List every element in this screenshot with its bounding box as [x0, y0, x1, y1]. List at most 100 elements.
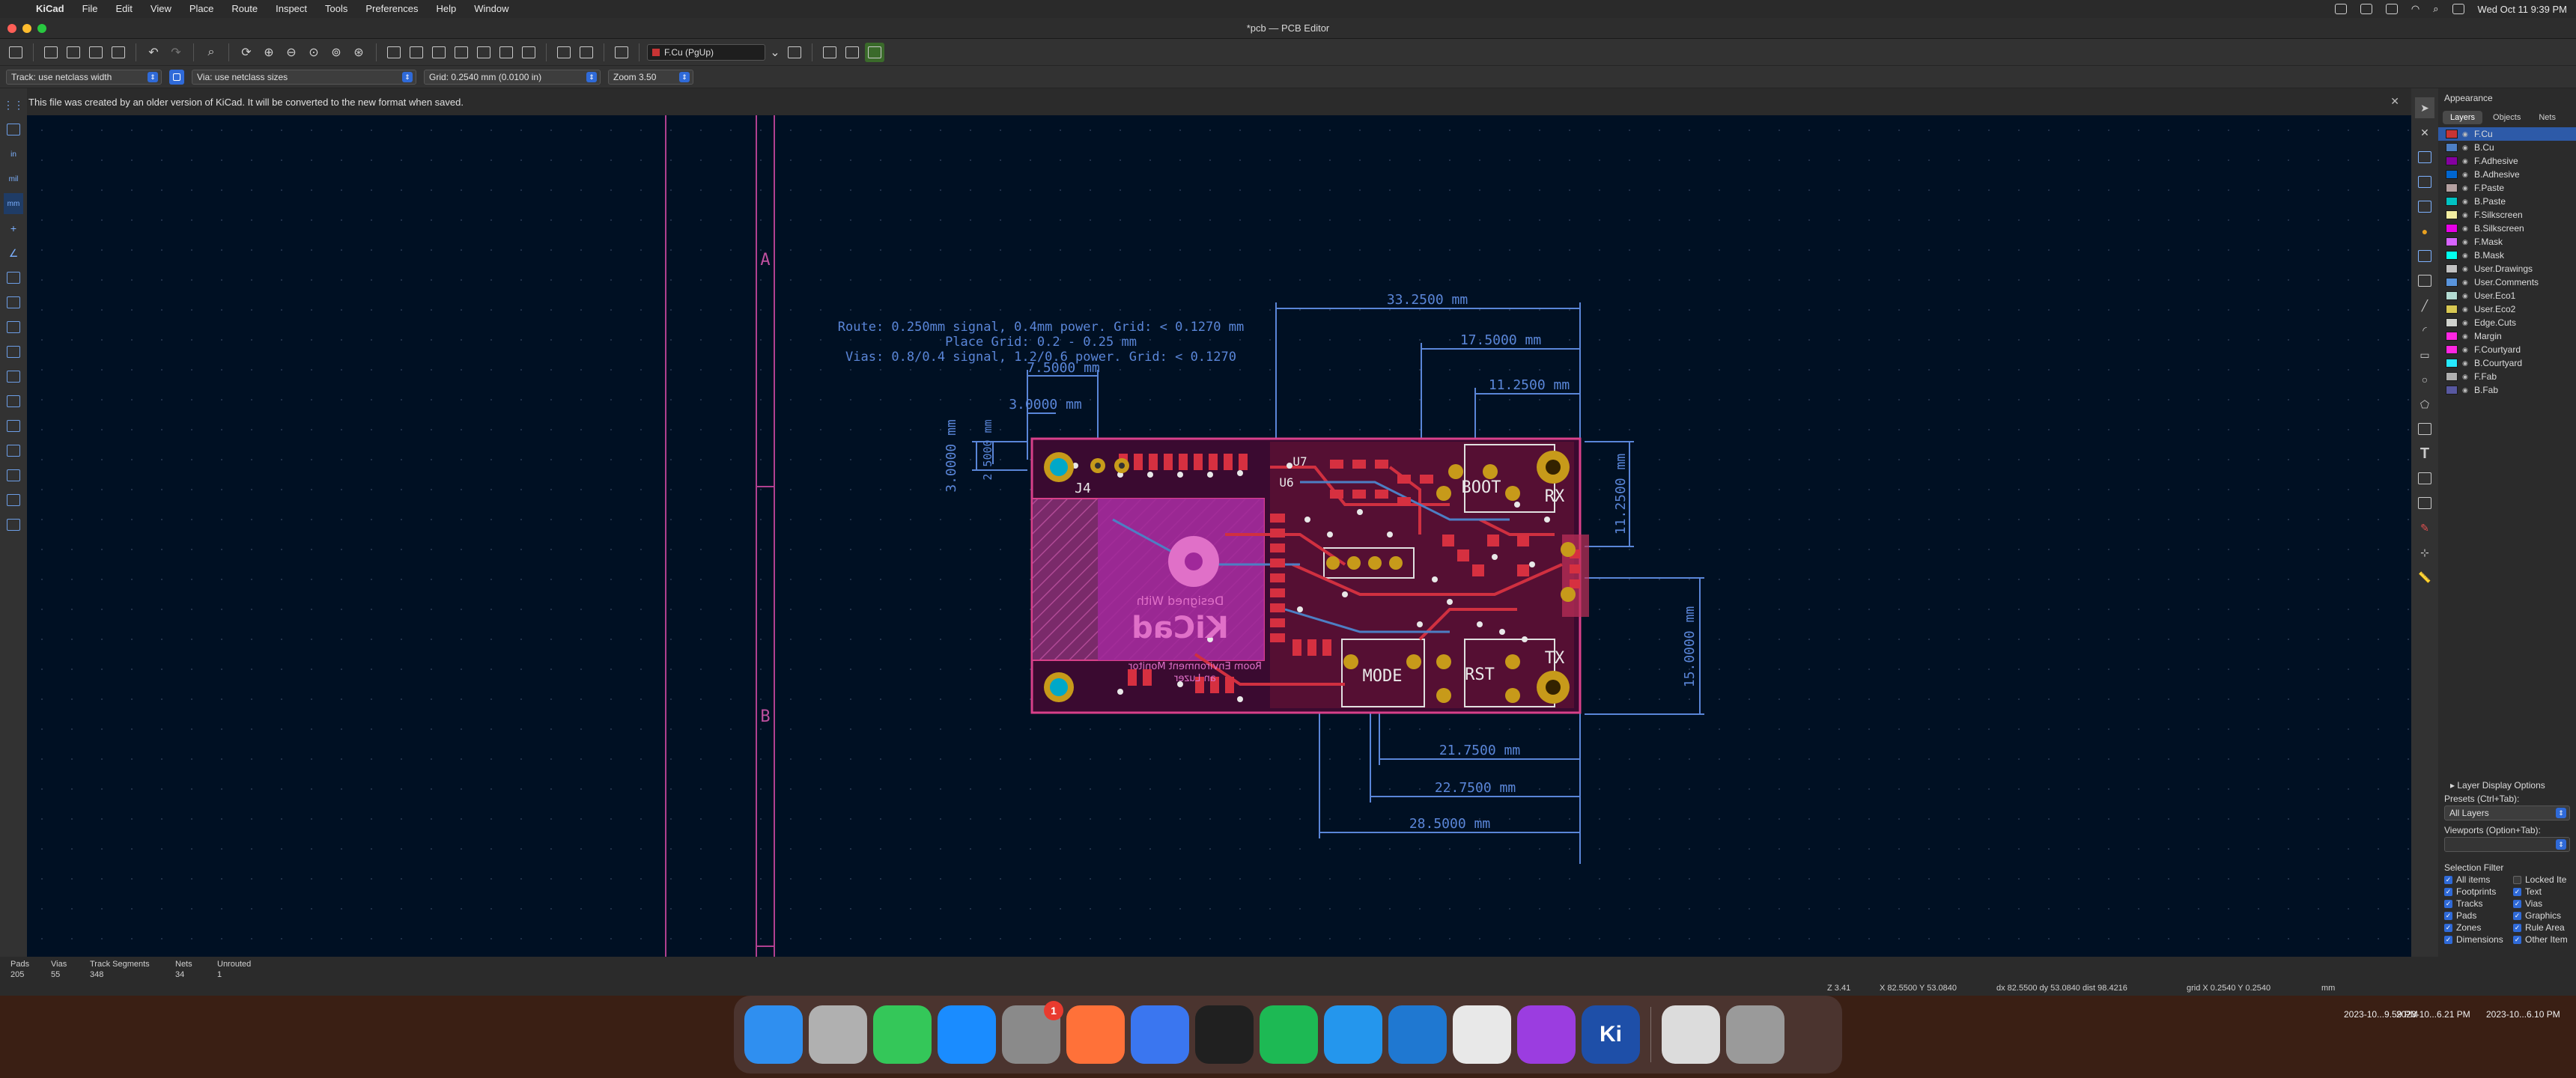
- rotate-ccw-icon[interactable]: [384, 43, 404, 62]
- dimension-v-15-0[interactable]: 15.0000 mm: [1682, 606, 1698, 687]
- filter-checkbox[interactable]: ✓ Pads: [2444, 910, 2476, 921]
- draw-rectangle-icon[interactable]: ▭: [2415, 344, 2434, 365]
- menu-inspect[interactable]: Inspect: [267, 0, 316, 18]
- checkbox-icon[interactable]: ✓: [2513, 935, 2521, 944]
- zone-fill-icon[interactable]: [4, 317, 23, 338]
- track-display-icon[interactable]: [4, 415, 23, 436]
- print-icon[interactable]: [86, 43, 106, 62]
- eye-icon[interactable]: ◉: [2462, 292, 2470, 300]
- layer-selector[interactable]: F.Cu (PgUp): [647, 43, 765, 61]
- tab-objects[interactable]: Objects: [2485, 111, 2528, 124]
- checkbox-icon[interactable]: ✓: [2513, 923, 2521, 932]
- vs-code-icon[interactable]: [1388, 1005, 1447, 1064]
- layer-row[interactable]: ◉ User.Drawings: [2438, 262, 2576, 275]
- measure-tool-icon[interactable]: 📏: [2415, 567, 2434, 588]
- control-center-icon[interactable]: [2452, 4, 2464, 14]
- scripting-icon[interactable]: [820, 43, 839, 62]
- rotate-cw-icon[interactable]: [407, 43, 426, 62]
- layer-row[interactable]: ◉ Margin: [2438, 329, 2576, 343]
- draw-arc-icon[interactable]: ◜: [2415, 320, 2434, 341]
- filter-checkbox[interactable]: ✓ Tracks: [2444, 898, 2483, 909]
- eye-icon[interactable]: ◉: [2462, 211, 2470, 219]
- minimize-window-button[interactable]: [22, 24, 31, 33]
- tune-length-icon[interactable]: [2415, 196, 2434, 217]
- add-image-icon[interactable]: [2415, 418, 2434, 439]
- board-setup-icon[interactable]: [41, 43, 61, 62]
- draw-polygon-icon[interactable]: ⬠: [2415, 394, 2434, 415]
- layer-color-swatch[interactable]: [2446, 386, 2458, 395]
- dimension-22-75[interactable]: 22.7500 mm: [1435, 780, 1516, 796]
- select-arrow-icon[interactable]: ➤: [2415, 97, 2434, 118]
- eye-icon[interactable]: ◉: [2462, 332, 2470, 341]
- layer-row[interactable]: ◉ B.Paste: [2438, 195, 2576, 208]
- filter-checkbox[interactable]: ✓ Text: [2513, 886, 2542, 897]
- zoom-objects-icon[interactable]: ⊚: [326, 43, 346, 62]
- layer-color-swatch[interactable]: [2446, 156, 2458, 165]
- zoom-fit-icon[interactable]: ⊙: [304, 43, 323, 62]
- system-settings-icon[interactable]: 1: [1002, 1001, 1063, 1064]
- menu-edit[interactable]: Edit: [107, 0, 142, 18]
- curved-ratsnest-icon[interactable]: [4, 292, 23, 313]
- layer-row[interactable]: ◉ B.Mask: [2438, 249, 2576, 262]
- layer-color-swatch[interactable]: [2446, 197, 2458, 206]
- dimension-21-75[interactable]: 21.7500 mm: [1439, 743, 1520, 758]
- save-icon[interactable]: [6, 43, 25, 62]
- dimension-7-5[interactable]: 7.5000 mm: [1027, 360, 1100, 376]
- layer-pair-icon[interactable]: [785, 43, 804, 62]
- dimension-33-25[interactable]: 33.2500 mm: [1387, 292, 1468, 308]
- documents-icon[interactable]: [1662, 1005, 1720, 1064]
- eye-icon[interactable]: ◉: [2462, 359, 2470, 368]
- pad-display-icon[interactable]: [4, 366, 23, 387]
- maximize-window-button[interactable]: [37, 24, 46, 33]
- menu-place[interactable]: Place: [180, 0, 223, 18]
- add-text-icon[interactable]: T: [2415, 443, 2434, 464]
- trash-icon[interactable]: [1726, 1005, 1784, 1064]
- finder-icon[interactable]: [744, 1005, 803, 1064]
- layer-color-swatch[interactable]: [2446, 183, 2458, 192]
- eye-icon[interactable]: ◉: [2462, 319, 2470, 327]
- layer-color-swatch[interactable]: [2446, 251, 2458, 260]
- page-settings-icon[interactable]: [64, 43, 83, 62]
- eye-icon[interactable]: ◉: [2462, 144, 2470, 152]
- via-size-select[interactable]: Via: use netclass sizes ⇕: [192, 69, 416, 85]
- checkbox-checked-icon[interactable]: ✓: [2444, 923, 2452, 932]
- signal-icon[interactable]: [1131, 1005, 1189, 1064]
- filter-checkbox[interactable]: ✓ Graphics: [2513, 910, 2561, 921]
- close-window-button[interactable]: [7, 24, 16, 33]
- menu-window[interactable]: Window: [465, 0, 517, 18]
- pcb-board[interactable]: [1030, 437, 1589, 714]
- layer-color-swatch[interactable]: [2446, 372, 2458, 381]
- zoom-select[interactable]: Zoom 3.50 ⇕: [608, 69, 693, 85]
- close-icon[interactable]: ✕: [2390, 95, 2399, 108]
- checkbox-icon[interactable]: [2513, 875, 2521, 884]
- layer-color-swatch[interactable]: [2446, 237, 2458, 246]
- layer-row[interactable]: ◉ F.Mask: [2438, 235, 2576, 249]
- dimension-v-2-5[interactable]: 2.5000 mm: [981, 419, 994, 480]
- add-textbox-icon[interactable]: [2415, 468, 2434, 489]
- dimension-v-3-0[interactable]: 3.0000 mm: [944, 419, 959, 493]
- draw-line-icon[interactable]: ╱: [2415, 295, 2434, 316]
- eye-icon[interactable]: ◉: [2462, 252, 2470, 260]
- properties-icon[interactable]: [4, 514, 23, 535]
- netlist-icon[interactable]: [554, 43, 574, 62]
- route-diff-pair-icon[interactable]: [2415, 171, 2434, 192]
- desktop-file[interactable]: 2023-10...6.10 PM: [2486, 1009, 2560, 1020]
- app-store-icon[interactable]: [938, 1005, 996, 1064]
- layer-display-options-toggle[interactable]: ▸ Layer Display Options: [2450, 780, 2545, 791]
- polar-coords-icon[interactable]: [4, 119, 23, 140]
- filter-checkbox[interactable]: ✓ Dimensions: [2444, 934, 2503, 945]
- eye-icon[interactable]: ◉: [2462, 278, 2470, 287]
- menu-route[interactable]: Route: [222, 0, 267, 18]
- checkbox-icon[interactable]: ✓: [2513, 911, 2521, 920]
- layer-row[interactable]: ◉ F.Paste: [2438, 181, 2576, 195]
- messages-icon[interactable]: [873, 1005, 932, 1064]
- filter-checkbox[interactable]: ✓ Rule Area: [2513, 922, 2565, 933]
- layer-color-swatch[interactable]: [2446, 278, 2458, 287]
- add-via-icon[interactable]: ●: [2415, 221, 2434, 242]
- layer-color-swatch[interactable]: [2446, 359, 2458, 368]
- dimension-17-5[interactable]: 17.5000 mm: [1460, 332, 1541, 348]
- layer-row[interactable]: ◉ User.Eco1: [2438, 289, 2576, 302]
- menu-help[interactable]: Help: [427, 0, 465, 18]
- layer-color-swatch[interactable]: [2446, 170, 2458, 179]
- launchpad-icon[interactable]: [809, 1005, 867, 1064]
